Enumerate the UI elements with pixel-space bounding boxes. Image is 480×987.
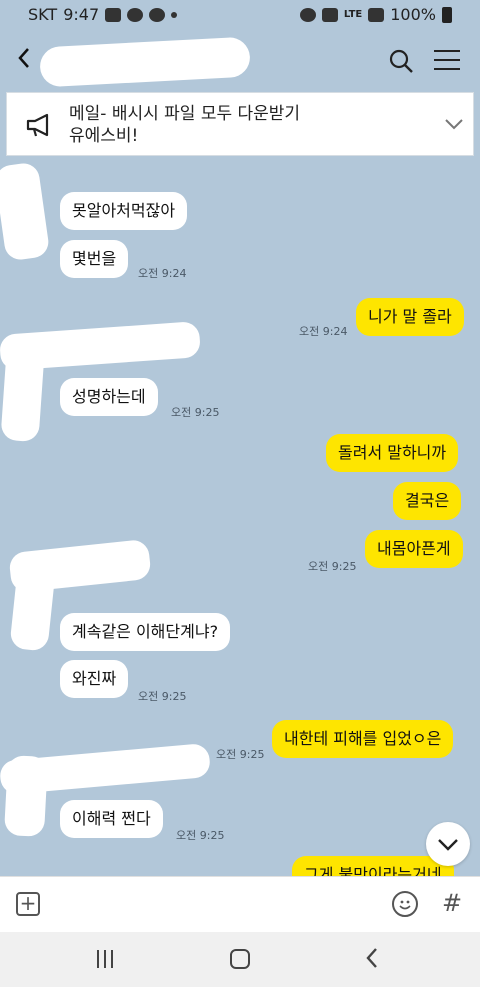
message-time: 오전 9:25 <box>176 829 225 842</box>
message-bubble-incoming: 못알아처먹잖아 <box>60 192 188 230</box>
gallery-notification-icon <box>105 7 122 22</box>
search-icon <box>389 49 413 73</box>
status-bar: SKT 9:47 LTE 100% <box>0 0 480 30</box>
status-left: SKT 9:47 <box>28 5 178 24</box>
redacted-avatar <box>0 334 46 443</box>
scroll-to-bottom-button[interactable] <box>426 822 470 866</box>
emoji-icon <box>399 900 411 910</box>
back-arrow-icon <box>366 948 377 968</box>
message-bubble-incoming: 와진짜 <box>60 660 129 698</box>
redacted-avatar <box>3 755 49 837</box>
recents-icon <box>97 950 99 968</box>
notice-banner[interactable]: 메일- 배시시 파일 모두 다운받기 유에스비! <box>6 92 474 156</box>
carrier-label: SKT <box>28 5 58 24</box>
battery-icon <box>442 6 452 23</box>
message-bubble-incoming: 몇번을 <box>60 240 129 278</box>
clock: 9:47 <box>63 5 100 24</box>
chat-header <box>0 32 480 90</box>
chevron-down-icon <box>438 839 458 851</box>
battery-percent: 100% <box>390 5 436 24</box>
menu-button[interactable] <box>434 50 460 72</box>
message-time: 오전 9:24 <box>299 325 348 338</box>
notice-text: 메일- 배시시 파일 모두 다운받기 유에스비! <box>69 103 300 147</box>
hashtag-icon: # <box>442 889 463 917</box>
message-time: 오전 9:25 <box>216 748 265 761</box>
add-attachment-button[interactable]: + <box>16 892 40 916</box>
system-navigation-bar <box>0 932 480 987</box>
megaphone-icon <box>25 111 55 139</box>
message-bubble-outgoing: 내몸아픈게 <box>365 530 463 568</box>
recents-icon <box>111 950 113 968</box>
message-bubble-incoming: 이해력 쩐다 <box>60 800 163 838</box>
message-time: 오전 9:25 <box>171 406 220 419</box>
message-bubble-outgoing: 내한테 피해를 입었ㅇ은 <box>272 720 454 758</box>
menu-icon-line <box>434 50 460 52</box>
chat-messages[interactable]: 못알아처먹잖아 몇번을 오전 9:24 니가 말 졸라 오전 9:24 성명하는… <box>0 158 480 876</box>
redacted-avatar <box>9 556 57 652</box>
chevron-down-icon <box>445 119 463 130</box>
notice-line-2: 유에스비! <box>69 126 139 146</box>
menu-icon-line <box>434 59 460 61</box>
home-button[interactable] <box>230 949 250 969</box>
message-bubble-outgoing: 니가 말 졸라 <box>356 298 464 336</box>
mute-icon <box>321 7 338 22</box>
status-right: LTE 100% <box>299 5 452 24</box>
search-button[interactable] <box>388 48 414 74</box>
plus-icon: + <box>19 891 37 915</box>
message-bubble-incoming: 성명하는데 <box>60 378 158 416</box>
alarm-icon <box>299 7 316 22</box>
emoji-button[interactable] <box>392 891 418 917</box>
message-time: 오전 9:25 <box>308 560 357 573</box>
notice-line-1: 메일- 배시시 파일 모두 다운받기 <box>69 104 301 124</box>
more-notifications-icon <box>171 11 178 18</box>
expand-notice-button[interactable] <box>443 113 465 135</box>
back-arrow-icon <box>18 48 29 68</box>
system-back-button[interactable] <box>364 944 380 979</box>
app-notification-icon <box>149 7 166 22</box>
recents-icon <box>104 950 106 968</box>
hashtag-button[interactable]: # <box>442 889 462 917</box>
signal-icon <box>368 7 385 22</box>
redacted-avatar <box>0 161 51 262</box>
message-time: 오전 9:25 <box>138 690 187 703</box>
menu-icon-line <box>434 68 460 70</box>
message-input-bar: + # <box>0 876 480 932</box>
message-bubble-incoming: 계속같은 이해단계냐? <box>60 613 231 651</box>
talk-notification-icon <box>127 7 144 22</box>
recents-button[interactable] <box>97 950 117 968</box>
message-bubble-outgoing: 돌려서 말하니까 <box>326 434 459 472</box>
redacted-chat-title <box>39 36 251 88</box>
message-bubble-outgoing: 결국은 <box>393 482 462 520</box>
message-time: 오전 9:24 <box>138 267 187 280</box>
network-label: LTE <box>343 9 363 20</box>
